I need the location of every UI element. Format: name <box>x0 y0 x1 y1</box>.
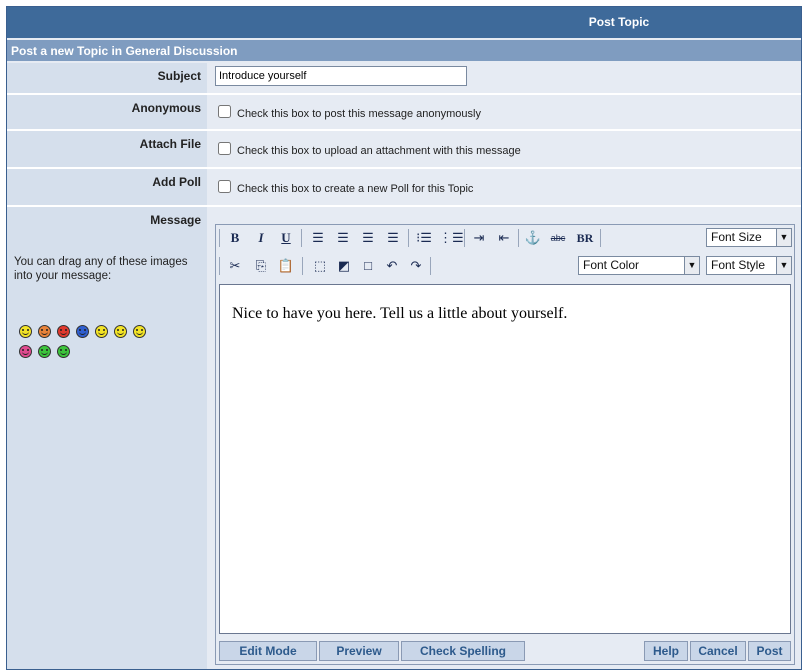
font-size-select[interactable]: Font Size ▼ <box>706 228 792 247</box>
clear-formatting-icon[interactable]: ◩ <box>334 256 354 276</box>
emoticon-grin-icon[interactable] <box>95 325 108 338</box>
paste-icon[interactable]: 📋 <box>276 256 296 276</box>
line-break-button[interactable]: BR <box>573 228 597 248</box>
bulleted-list-icon[interactable]: ⁝☰ <box>414 228 434 248</box>
underline-button[interactable]: U <box>276 228 296 248</box>
emoticon-sad-icon[interactable] <box>76 325 89 338</box>
subtitle-bar: Post a new Topic in General Discussion <box>7 40 801 61</box>
check-spelling-button[interactable]: Check Spelling <box>401 641 525 661</box>
attach-file-label: Attach File <box>139 137 201 151</box>
emoticon-hint: You can drag any of these images into yo… <box>14 256 188 282</box>
cut-icon[interactable]: ✂ <box>225 256 245 276</box>
copy-icon[interactable]: ⎘ <box>251 256 271 276</box>
subject-row: Subject <box>7 63 801 93</box>
chevron-down-icon: ▼ <box>776 229 791 246</box>
preview-button[interactable]: Preview <box>319 641 399 661</box>
page-title: Post Topic <box>588 15 650 29</box>
font-size-label: Font Size <box>711 230 762 244</box>
outdent-icon[interactable]: ⇤ <box>494 228 514 248</box>
justify-icon[interactable]: ☰ <box>383 228 403 248</box>
redo-icon[interactable]: ↷ <box>406 256 426 276</box>
attach-file-row: Attach File Check this box to upload an … <box>7 131 801 167</box>
font-style-label: Font Style <box>711 258 766 272</box>
message-text: Nice to have you here. Tell us a little … <box>232 305 568 322</box>
add-poll-label: Add Poll <box>152 175 201 189</box>
emoticon-angry-icon[interactable] <box>57 325 70 338</box>
attach-file-checkbox[interactable] <box>218 142 231 155</box>
page-subtitle: Post a new Topic in General Discussion <box>11 44 238 58</box>
indent-icon[interactable]: ⇥ <box>469 228 489 248</box>
emoticon-embarrassed-icon[interactable] <box>19 345 32 358</box>
numbered-list-icon[interactable]: ⋮☰ <box>439 228 464 248</box>
post-topic-panel: Post Topic Post a new Topic in General D… <box>6 6 802 670</box>
chevron-down-icon: ▼ <box>684 257 699 274</box>
rich-text-editor: B I U ☰ ☰ ☰ ☰ ⁝☰ ⋮☰ ⇥ ⇤ ⚓ abc BR Font Si… <box>215 224 795 665</box>
emoticon-tongue-icon[interactable] <box>133 325 146 338</box>
title-bar: Post Topic <box>7 7 801 38</box>
help-button[interactable]: Help <box>644 641 688 661</box>
attach-file-text: Check this box to upload an attachment w… <box>237 145 521 157</box>
add-poll-row: Add Poll Check this box to create a new … <box>7 169 801 205</box>
toolbar-row-1: B I U ☰ ☰ ☰ ☰ ⁝☰ ⋮☰ ⇥ ⇤ ⚓ abc BR Font Si… <box>216 225 794 251</box>
new-document-icon[interactable]: □ <box>358 256 378 276</box>
anonymous-label: Anonymous <box>131 101 201 115</box>
emoticon-smile-icon[interactable] <box>19 325 32 338</box>
anonymous-text: Check this box to post this message anon… <box>237 108 481 120</box>
editor-bottom-bar: Edit Mode Preview Check Spelling Help Ca… <box>216 638 794 664</box>
emoticon-happy-green-icon[interactable] <box>38 345 51 358</box>
message-label: Message <box>150 213 201 227</box>
anonymous-checkbox[interactable] <box>218 105 231 118</box>
align-right-icon[interactable]: ☰ <box>358 228 378 248</box>
edit-mode-button[interactable]: Edit Mode <box>219 641 317 661</box>
align-left-icon[interactable]: ☰ <box>308 228 328 248</box>
emoticon-laugh-green-icon[interactable] <box>57 345 70 358</box>
anchor-icon[interactable]: ⚓ <box>523 228 543 248</box>
font-color-label: Font Color <box>583 258 640 272</box>
anonymous-row: Anonymous Check this box to post this me… <box>7 95 801 129</box>
add-poll-text: Check this box to create a new Poll for … <box>237 183 474 195</box>
chevron-down-icon: ▼ <box>776 257 791 274</box>
align-center-icon[interactable]: ☰ <box>333 228 353 248</box>
bold-button[interactable]: B <box>225 228 245 248</box>
italic-button[interactable]: I <box>251 228 271 248</box>
select-all-icon[interactable]: ⬚ <box>310 256 330 276</box>
post-button[interactable]: Post <box>748 641 791 661</box>
undo-icon[interactable]: ↶ <box>382 256 402 276</box>
emoticon-wink-icon[interactable] <box>114 325 127 338</box>
message-body[interactable]: Nice to have you here. Tell us a little … <box>219 284 791 634</box>
font-style-select[interactable]: Font Style ▼ <box>706 256 792 275</box>
cancel-button[interactable]: Cancel <box>690 641 746 661</box>
subject-input[interactable] <box>215 66 467 86</box>
strikethrough-icon[interactable]: abc <box>548 228 568 248</box>
emoticon-confused-icon[interactable] <box>38 325 51 338</box>
add-poll-checkbox[interactable] <box>218 180 231 193</box>
font-color-select[interactable]: Font Color ▼ <box>578 256 700 275</box>
toolbar-row-2: ✂ ⎘ 📋 ⬚ ◩ □ ↶ ↷ Font Color ▼ Font Style … <box>216 253 794 279</box>
subject-label: Subject <box>157 69 201 83</box>
